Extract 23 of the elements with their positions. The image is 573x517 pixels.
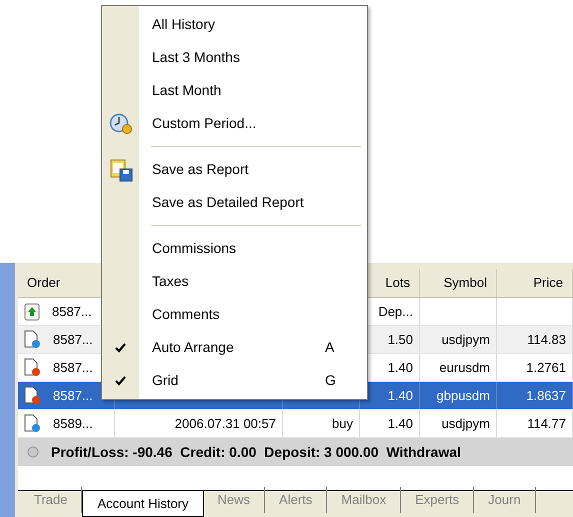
table-cell-text: 8587... — [53, 386, 93, 405]
shortcut-key: G — [325, 370, 367, 391]
table-cell-text: usdjpym — [442, 330, 490, 349]
table-cell-text: Dep... — [378, 302, 413, 321]
table-cell-text: 1.2761 — [526, 358, 566, 377]
table-cell-text: 8589... — [53, 414, 93, 433]
table-cell-text: 8587... — [52, 302, 92, 321]
table-cell-text: gbpusdm — [436, 386, 490, 405]
table-cell-text: 1.40 — [388, 358, 413, 377]
table-cell-text: usdjpym — [442, 414, 490, 433]
table-cell-text: 114.77 — [527, 414, 566, 433]
table-cell-text: 8587... — [53, 330, 93, 349]
table-cell-text: buy — [332, 414, 353, 433]
table-cell-text: eurusdm — [439, 358, 490, 377]
table-cell-text: 1.50 — [388, 330, 413, 349]
table-cell-text: 8587... — [53, 358, 93, 377]
table-cell-text: 1.40 — [388, 386, 413, 405]
summary-text: Profit/Loss: -90.46 Credit: 0.00 Deposit: 3 000.00 Withdrawal — [51, 442, 461, 462]
table-cell-text: 1.40 — [388, 414, 413, 433]
table-cell-text: 114.83 — [527, 330, 566, 349]
shortcut-key: A — [325, 337, 367, 358]
table-cell-text: 2006.07.31 00:57 — [174, 414, 276, 433]
table-cell-text: 1.8637 — [526, 386, 566, 405]
